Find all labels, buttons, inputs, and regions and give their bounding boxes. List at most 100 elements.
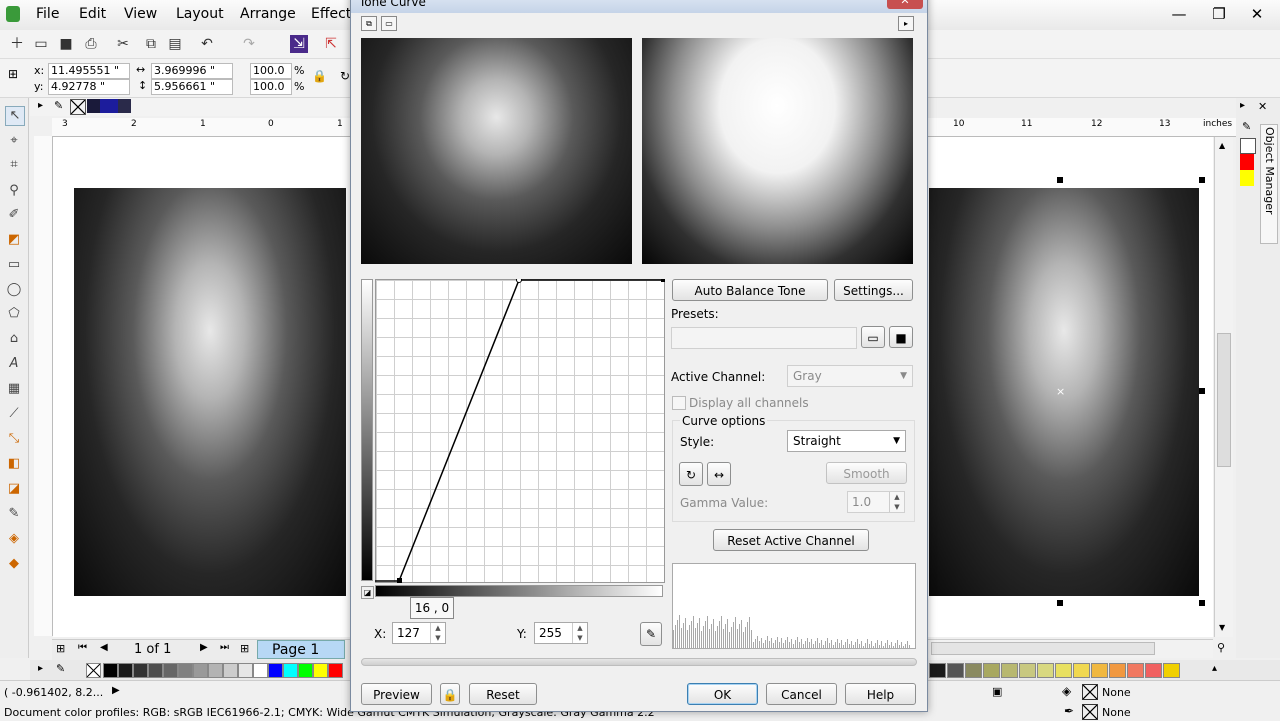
- flip-horizontal-icon[interactable]: ↻: [679, 462, 703, 486]
- profile-icon[interactable]: ▣: [992, 685, 1002, 698]
- dimension-tool-icon[interactable]: ⟋: [5, 405, 23, 423]
- object-manager-tab[interactable]: Object Manager: [1260, 124, 1278, 244]
- docker-arrow-icon[interactable]: ▸: [1240, 100, 1245, 111]
- copy-icon[interactable]: ⧉: [142, 35, 160, 53]
- expand-dialog-icon[interactable]: ▸: [898, 16, 914, 31]
- color-swatch[interactable]: [1019, 663, 1036, 678]
- selection-handle[interactable]: [1199, 388, 1205, 394]
- color-swatch[interactable]: [118, 663, 133, 678]
- last-page-icon[interactable]: ⏭: [220, 642, 229, 653]
- color-swatch[interactable]: [1091, 663, 1108, 678]
- minimize-icon[interactable]: —: [1162, 4, 1196, 24]
- no-color-swatch[interactable]: [86, 663, 101, 678]
- scale-y-field[interactable]: 100.0: [250, 79, 292, 95]
- freehand-tool-icon[interactable]: ✐: [5, 206, 23, 224]
- selection-handle[interactable]: [1057, 177, 1063, 183]
- color-swatch[interactable]: [1127, 663, 1144, 678]
- text-tool-icon[interactable]: A: [5, 355, 23, 373]
- color-swatch[interactable]: [1073, 663, 1090, 678]
- color-swatch[interactable]: [1163, 663, 1180, 678]
- style-combo[interactable]: Straight ▼: [787, 430, 906, 452]
- auto-balance-tone-button[interactable]: Auto Balance Tone: [672, 279, 828, 301]
- gamma-value-field[interactable]: 1.0 ▲ ▼: [847, 491, 905, 513]
- table-tool-icon[interactable]: ▦: [5, 380, 23, 398]
- active-channel-combo[interactable]: Gray ▼: [787, 365, 913, 387]
- first-page-icon[interactable]: ⏮: [78, 642, 87, 653]
- tone-curve-line[interactable]: [375, 279, 665, 583]
- export-icon[interactable]: ⇱: [322, 35, 340, 53]
- crop-tool-icon[interactable]: ⌗: [5, 156, 23, 174]
- outline-tool-icon[interactable]: ◈: [5, 530, 23, 548]
- open-icon[interactable]: ▭: [32, 35, 50, 53]
- pick-tool-icon[interactable]: ↖: [5, 106, 25, 126]
- cancel-button[interactable]: Cancel: [766, 683, 837, 705]
- scroll-thumb[interactable]: [1217, 333, 1231, 467]
- x-input-field[interactable]: 127 ▲ ▼: [392, 622, 446, 644]
- cut-icon[interactable]: ✂: [114, 35, 132, 53]
- docker-swatch-red[interactable]: [1240, 154, 1254, 170]
- color-swatch[interactable]: [238, 663, 253, 678]
- color-swatch[interactable]: [223, 663, 238, 678]
- color-swatch[interactable]: [283, 663, 298, 678]
- docker-swatch-yellow[interactable]: [1240, 170, 1254, 186]
- y-input-field[interactable]: 255 ▲ ▼: [534, 622, 588, 644]
- rectangle-tool-icon[interactable]: ▭: [5, 256, 23, 274]
- height-field[interactable]: 5.956661 ": [151, 79, 233, 95]
- dialog-titlebar[interactable]: Tone Curve ✕: [351, 0, 927, 13]
- flip-vertical-icon[interactable]: ↔: [707, 462, 731, 486]
- color-swatch[interactable]: [268, 663, 283, 678]
- restore-icon[interactable]: ❐: [1202, 4, 1236, 24]
- scale-x-field[interactable]: 100.0: [250, 63, 292, 79]
- rotate-icon[interactable]: ↻: [340, 69, 350, 83]
- page-tab[interactable]: Page 1: [257, 640, 345, 659]
- add-page-icon[interactable]: ⊞: [56, 642, 65, 655]
- menu-file[interactable]: File: [36, 6, 59, 22]
- hscroll-thumb[interactable]: [931, 642, 1155, 655]
- eyedropper-small-icon[interactable]: ✎: [54, 99, 63, 112]
- docker-tool-icon[interactable]: ✎: [1242, 120, 1251, 133]
- help-button[interactable]: Help: [845, 683, 916, 705]
- connector-tool-icon[interactable]: ⤡: [5, 430, 23, 448]
- print-icon[interactable]: ⎙: [82, 35, 100, 53]
- color-swatch[interactable]: [298, 663, 313, 678]
- selection-handle[interactable]: [1057, 600, 1063, 606]
- no-fill-swatch[interactable]: [70, 99, 86, 115]
- menu-layout[interactable]: Layout: [176, 6, 224, 22]
- palette-arrow-icon[interactable]: ▸: [38, 663, 43, 674]
- status-expand-icon[interactable]: ▶: [112, 685, 120, 696]
- color-swatch[interactable]: [178, 663, 193, 678]
- close-icon[interactable]: ✕: [1240, 4, 1274, 24]
- y-spin-icon[interactable]: ▲ ▼: [572, 623, 587, 643]
- color-swatch[interactable]: [1145, 663, 1162, 678]
- fill-tool-icon[interactable]: ◆: [5, 555, 23, 573]
- color-swatch[interactable]: [193, 663, 208, 678]
- smart-fill-icon[interactable]: ◩: [5, 231, 23, 249]
- undo-icon[interactable]: ↶: [198, 35, 216, 53]
- zoom-icon[interactable]: ⚲: [1217, 641, 1225, 654]
- color-swatch[interactable]: [163, 663, 178, 678]
- save-preset-icon[interactable]: ■: [889, 326, 913, 348]
- docker-no-color[interactable]: [1240, 138, 1256, 154]
- save-icon[interactable]: ■: [57, 35, 75, 53]
- new-icon[interactable]: ＋: [8, 35, 26, 53]
- color-swatch[interactable]: [133, 663, 148, 678]
- fill-none-swatch[interactable]: [1082, 684, 1098, 700]
- shape-tool-icon[interactable]: ⌖: [5, 132, 23, 150]
- graph-corner-icon[interactable]: ◪: [361, 586, 374, 599]
- polygon-tool-icon[interactable]: ⬠: [5, 305, 23, 323]
- presets-combo[interactable]: [671, 327, 857, 349]
- redo-icon[interactable]: ↷: [240, 35, 258, 53]
- color-swatch[interactable]: [947, 663, 964, 678]
- ellipse-tool-icon[interactable]: ◯: [5, 281, 23, 299]
- menu-arrange[interactable]: Arrange: [240, 6, 296, 22]
- color-swatch[interactable]: [328, 663, 343, 678]
- before-view-icon[interactable]: ⧉: [361, 16, 377, 31]
- color-swatch[interactable]: [208, 663, 223, 678]
- color-swatch[interactable]: [929, 663, 946, 678]
- color-swatch[interactable]: [1055, 663, 1072, 678]
- gamma-spin-icon[interactable]: ▲ ▼: [889, 492, 904, 512]
- color-swatch-strip[interactable]: [87, 99, 131, 113]
- eyedropper-icon[interactable]: ✎: [640, 622, 662, 646]
- blend-tool-icon[interactable]: ◧: [5, 455, 23, 473]
- x-position-field[interactable]: 11.495551 ": [48, 63, 130, 79]
